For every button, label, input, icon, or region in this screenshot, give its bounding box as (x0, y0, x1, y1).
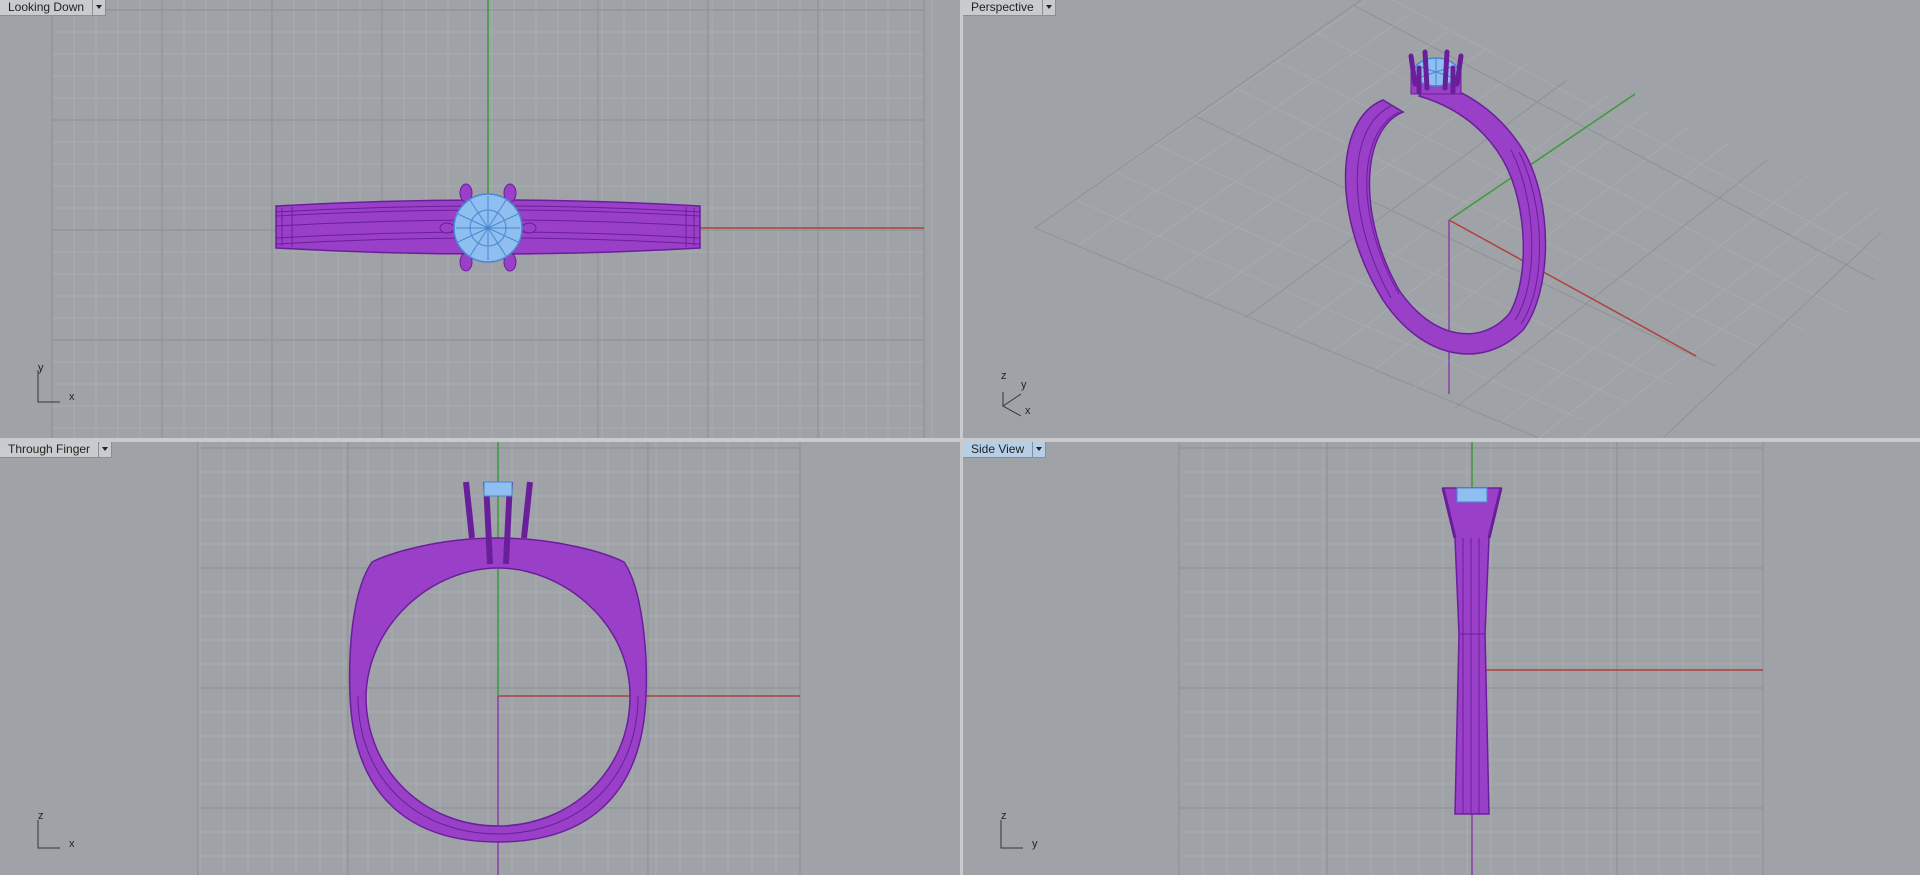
viewport-title: Looking Down (8, 0, 85, 14)
axis-label-y: y (1021, 379, 1027, 391)
axis-label-x: x (1025, 405, 1031, 417)
axis-label-y: y (38, 362, 44, 374)
chevron-down-icon[interactable] (92, 0, 105, 15)
perspective-view-scene[interactable] (963, 0, 1920, 438)
grid-major (197, 442, 801, 875)
viewport-label-looking-down[interactable]: Looking Down (0, 0, 107, 16)
axis-label-x: x (69, 391, 75, 403)
axis-label-z: z (38, 810, 44, 822)
gemstone[interactable] (483, 481, 513, 497)
axis-label-y: y (1032, 838, 1038, 850)
viewport-title: Through Finger (8, 442, 91, 456)
viewport-label-perspective[interactable]: Perspective (963, 0, 1056, 16)
axis-label-z: z (1001, 370, 1007, 382)
viewport-label-through-finger[interactable]: Through Finger (0, 442, 113, 458)
viewport-title: Side View (971, 442, 1025, 456)
viewport-side-view[interactable]: Side View z y (963, 442, 1920, 875)
axis-label-z: z (1001, 810, 1007, 822)
grid-minor (199, 442, 801, 875)
chevron-down-icon[interactable] (98, 442, 111, 457)
ring-top-view[interactable] (275, 183, 701, 272)
chevron-down-icon[interactable] (1041, 0, 1055, 15)
viewport-through-finger[interactable]: Through Finger z x (0, 442, 960, 875)
viewport-title: Perspective (971, 0, 1034, 14)
right-view-scene[interactable] (963, 442, 1920, 875)
ring-side-view[interactable] (1441, 487, 1503, 815)
top-view-scene[interactable] (0, 0, 960, 438)
axis-label-x: x (69, 838, 75, 850)
viewport-perspective[interactable]: Perspective z y x (963, 0, 1920, 438)
viewport-label-side-view[interactable]: Side View (963, 442, 1047, 458)
gemstone[interactable] (1456, 487, 1488, 503)
chevron-down-icon[interactable] (1032, 442, 1045, 457)
front-view-scene[interactable] (0, 442, 960, 875)
viewport-looking-down[interactable]: Looking Down y x (0, 0, 960, 438)
